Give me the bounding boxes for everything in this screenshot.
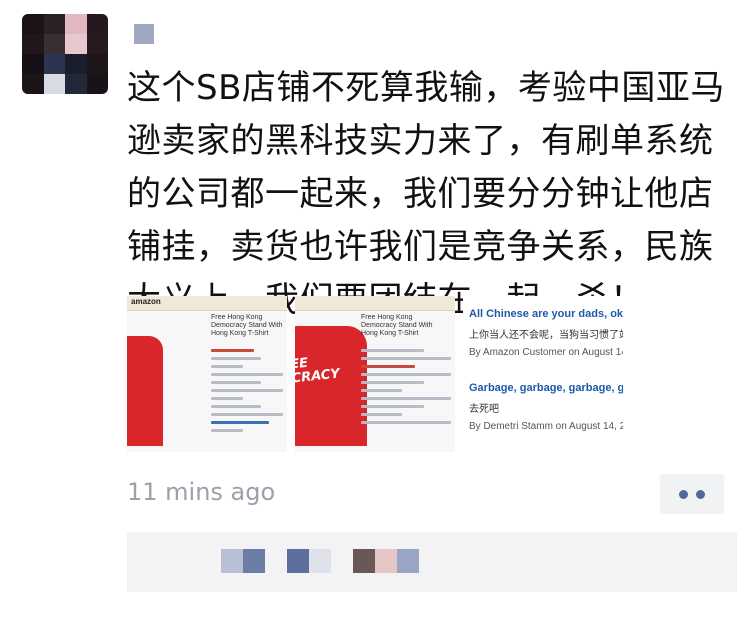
amazon-logo-icon: amazon [131, 297, 161, 306]
tshirt-image: EE CRACY [295, 326, 367, 446]
image-thumbnail[interactable]: amazon Free Hong Kong Democracy Stand Wi… [127, 296, 287, 452]
like-avatar[interactable] [397, 549, 419, 573]
username[interactable] [134, 24, 154, 44]
product-title: Free Hong Kong Democracy Stand With Hong… [361, 314, 433, 337]
moment-post: 这个SB店铺不死算我输，考验中国亚马 逊卖家的黑科技实力来了，有刷单系统 的公司… [0, 0, 750, 635]
site-header [295, 296, 455, 311]
product-details [361, 344, 451, 429]
review-author: By Demetri Stamm on August 14, 201 [469, 421, 623, 432]
tshirt-print: EE CRACY [295, 355, 341, 387]
product-title: Free Hong Kong Democracy Stand With Hong… [211, 314, 283, 337]
like-avatar[interactable] [287, 549, 309, 573]
image-grid: amazon Free Hong Kong Democracy Stand Wi… [127, 296, 623, 452]
review-snippet: All Chinese are your dads, okay? 上你当人还不会… [469, 308, 623, 432]
more-dots-icon [696, 489, 705, 499]
like-avatar[interactable] [353, 549, 375, 573]
image-thumbnail[interactable]: EE CRACY Free Hong Kong Democracy Stand … [295, 296, 455, 452]
post-text-line: 铺挂，卖货也许我们是竞争关系，民族 [127, 227, 714, 267]
site-header: amazon [127, 296, 287, 311]
post-timestamp: 11 mins ago [127, 478, 276, 506]
post-text-line: 逊卖家的黑科技实力来了，有刷单系统 [127, 121, 714, 161]
avatar[interactable] [22, 14, 108, 94]
review-author: By Amazon Customer on August 14, 2 [469, 347, 623, 358]
product-details [211, 344, 283, 437]
review-title: All Chinese are your dads, okay? [469, 308, 623, 320]
post-text-line: 的公司都一起来，我们要分分钟让他店 [127, 174, 714, 214]
like-avatar[interactable] [375, 549, 397, 573]
tshirt-image [127, 336, 163, 446]
likes-bar [127, 532, 737, 592]
post-text: 这个SB店铺不死算我输，考验中国亚马 逊卖家的黑科技实力来了，有刷单系统 的公司… [127, 62, 737, 327]
like-avatar[interactable] [243, 549, 265, 573]
more-options-button[interactable] [660, 474, 724, 514]
post-text-line: 这个SB店铺不死算我输，考验中国亚马 [127, 68, 725, 108]
review-title: Garbage, garbage, garbage, garbage, [469, 382, 623, 394]
like-avatar[interactable] [309, 549, 331, 573]
review-body: 去死吧 [469, 404, 499, 415]
image-thumbnail[interactable]: All Chinese are your dads, okay? 上你当人还不会… [463, 296, 623, 452]
more-dots-icon [679, 489, 688, 499]
review-body: 上你当人还不会呢，当狗当习惯了站不 [469, 330, 623, 341]
like-avatar[interactable] [221, 549, 243, 573]
